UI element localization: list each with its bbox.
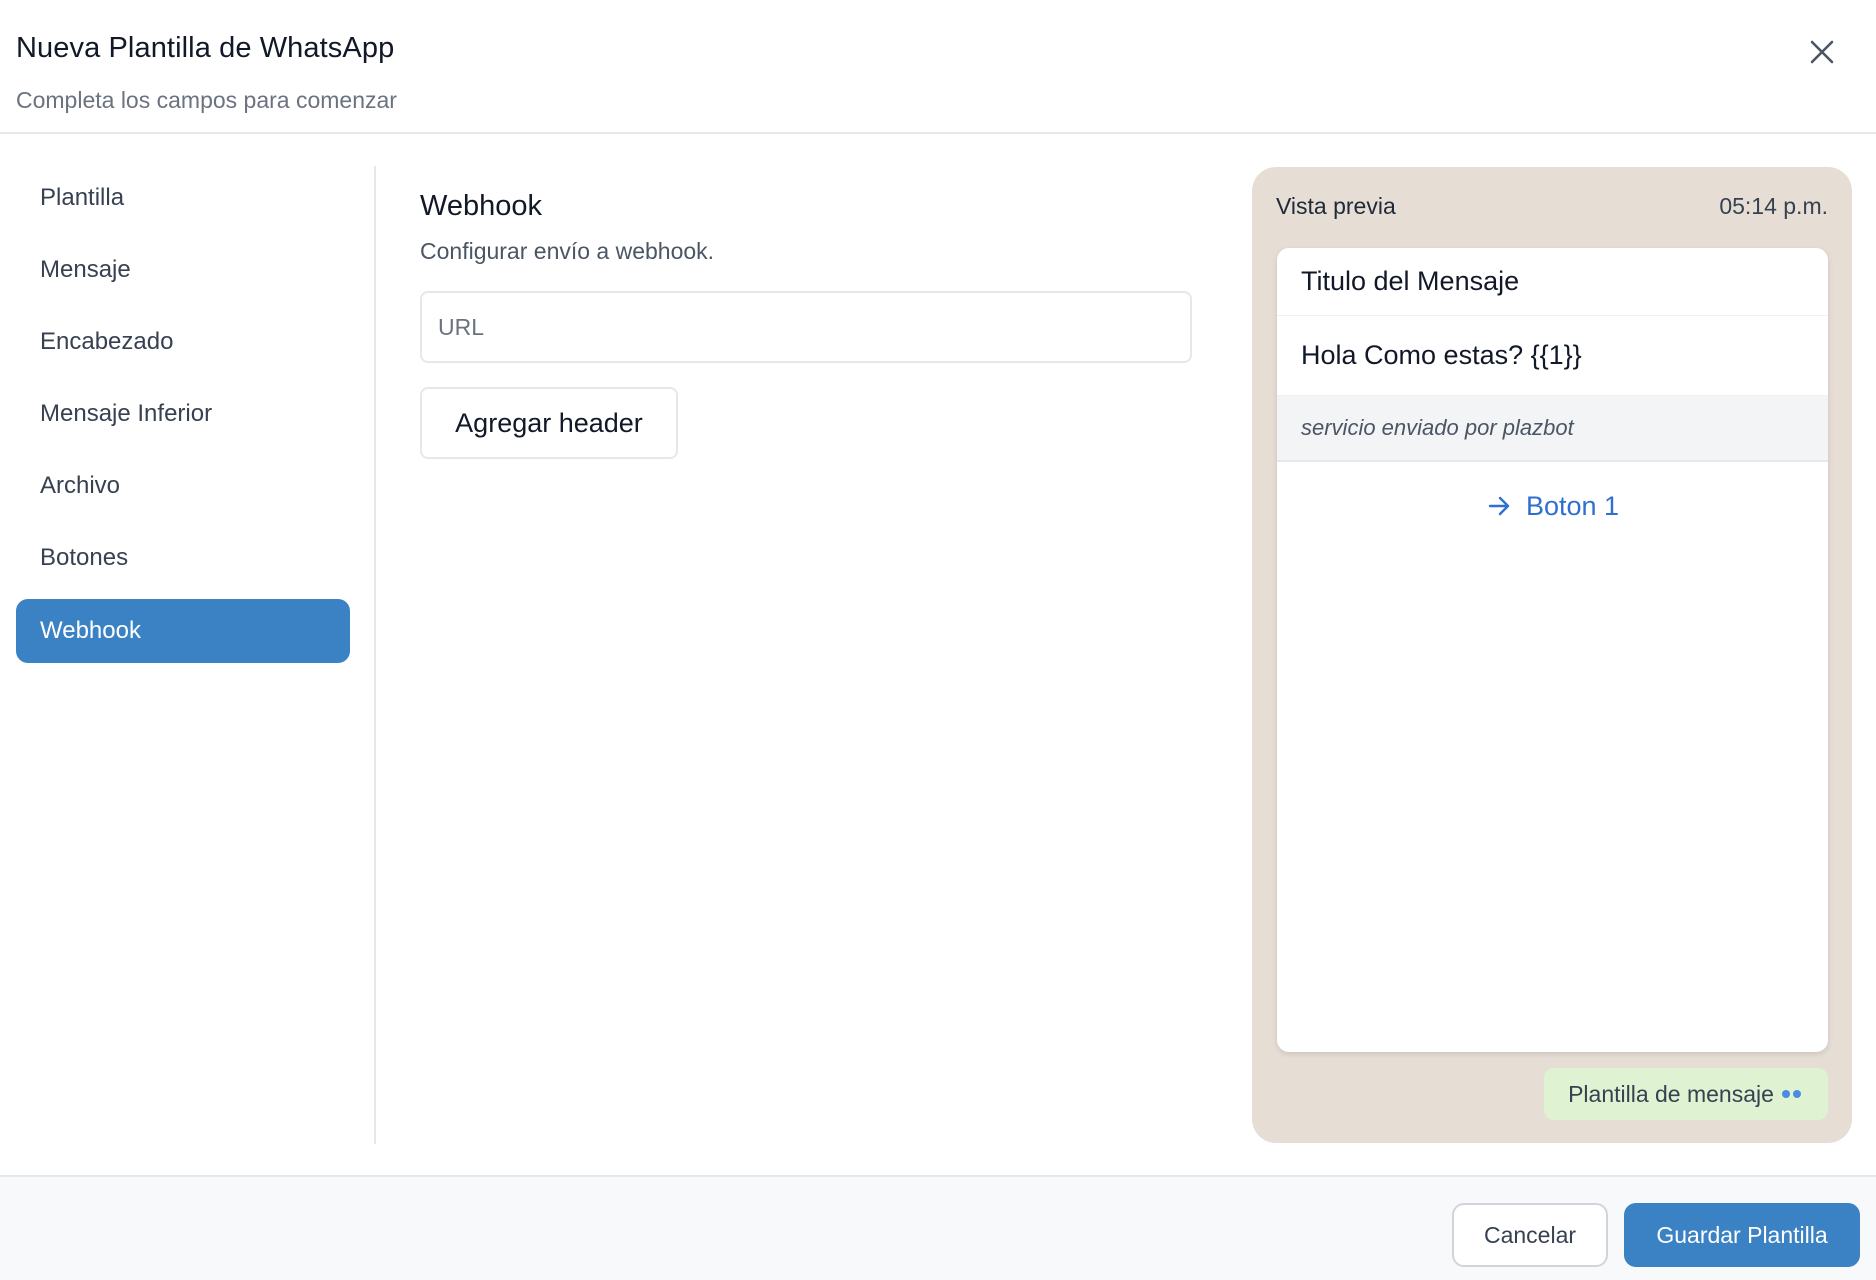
preview-label: Vista previa <box>1276 193 1396 219</box>
message-title: Titulo del Mensaje <box>1277 248 1828 316</box>
modal-header: Nueva Plantilla de WhatsApp Completa los… <box>0 0 1876 134</box>
message-button-label: Boton 1 <box>1525 490 1620 521</box>
section-title: Webhook <box>420 190 542 222</box>
section-description: Configurar envío a webhook. <box>420 238 715 264</box>
modal-title: Nueva Plantilla de WhatsApp <box>16 32 395 64</box>
sidebar-item-mensaje-inferior[interactable]: Mensaje Inferior <box>16 382 350 446</box>
close-icon <box>1810 40 1834 64</box>
preview-panel: Vista previa 05:14 p.m. Titulo del Mensa… <box>1252 167 1852 1143</box>
template-modal: Nueva Plantilla de WhatsApp Completa los… <box>0 0 1876 1280</box>
close-button[interactable] <box>1802 32 1842 72</box>
message-card: Titulo del Mensaje Hola Como estas? {{1}… <box>1277 248 1828 1052</box>
template-tag: Plantilla de mensaje <box>1544 1068 1828 1120</box>
message-button[interactable]: Boton 1 <box>1277 462 1828 550</box>
message-footer: servicio enviado por plazbot <box>1277 396 1828 462</box>
sidebar-item-archivo[interactable]: Archivo <box>16 454 350 518</box>
sidebar-item-mensaje[interactable]: Mensaje <box>16 238 350 302</box>
modal-footer: Cancelar Guardar Plantilla <box>0 1175 1876 1280</box>
cancel-button[interactable]: Cancelar <box>1452 1203 1608 1267</box>
sidebar-item-encabezado[interactable]: Encabezado <box>16 310 350 374</box>
sidebar-item-webhook[interactable]: Webhook <box>16 599 350 663</box>
sidebar-item-plantilla[interactable]: Plantilla <box>16 166 350 230</box>
save-template-button[interactable]: Guardar Plantilla <box>1624 1203 1860 1267</box>
template-tag-label: Plantilla de mensaje <box>1568 1080 1774 1107</box>
sidebar-item-botones[interactable]: Botones <box>16 526 350 590</box>
message-body: Hola Como estas? {{1}} <box>1277 316 1828 396</box>
modal-subtitle: Completa los campos para comenzar <box>16 87 397 113</box>
preview-time: 05:14 p.m. <box>1719 193 1828 219</box>
sidebar-divider <box>374 166 376 1144</box>
double-check-icon <box>1781 1090 1801 1098</box>
add-header-button[interactable]: Agregar header <box>420 387 678 459</box>
arrow-right-icon <box>1488 496 1510 516</box>
url-input[interactable] <box>420 291 1192 363</box>
